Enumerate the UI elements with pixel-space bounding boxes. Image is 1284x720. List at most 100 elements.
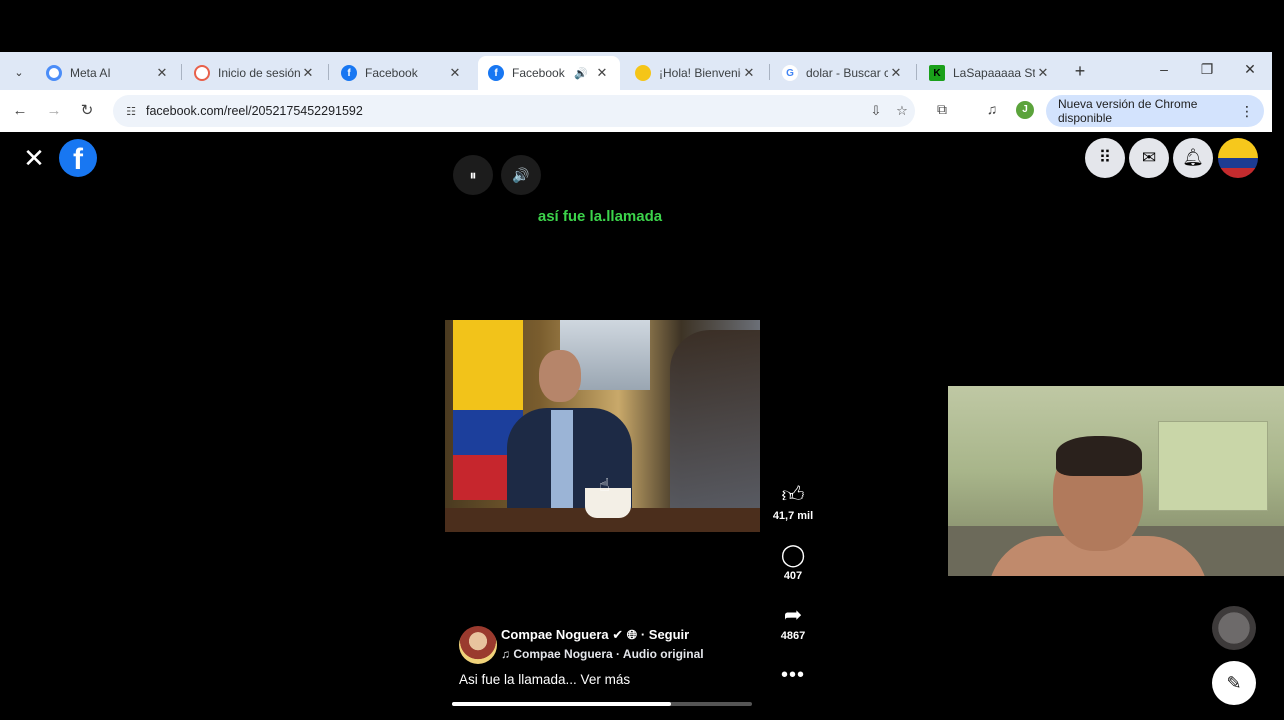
tab-title: Inicio de sesión — [218, 66, 300, 80]
kitchen-cabinet — [1158, 421, 1268, 511]
media-control-icon[interactable]: ♫ — [982, 101, 1002, 117]
tab-title: ¡Hola! Bienvenid — [659, 66, 741, 80]
kick-favicon-icon: K — [929, 65, 945, 81]
facebook-logo-icon[interactable]: f — [59, 139, 97, 177]
address-bar[interactable]: ☷ facebook.com/reel/2052175452291592 ⇩ ☆ — [113, 95, 915, 127]
side-profile-avatar[interactable] — [1212, 606, 1256, 650]
tab-close-icon[interactable]: ✕ — [888, 65, 904, 81]
comment-bubble-icon: ◯ — [780, 542, 806, 567]
facebook-favicon-icon: f — [488, 65, 504, 81]
tab-inicio-sesion[interactable]: Inicio de sesión ✕ — [184, 56, 326, 90]
audio-line[interactable]: ♫ Compae Noguera · Audio original — [501, 647, 704, 661]
share-count: 4867 — [780, 630, 806, 642]
tab-close-icon[interactable]: ✕ — [741, 65, 757, 81]
menu-kebab-icon[interactable]: ⋮ — [1240, 103, 1254, 120]
browser-toolbar: ← → ↻ ☷ facebook.com/reel/20521754522915… — [0, 90, 1272, 132]
window-close-icon[interactable]: ✕ — [1240, 61, 1260, 78]
menu-grid-button[interactable]: ⠿ — [1085, 138, 1125, 178]
reel-description[interactable]: Asi fue la llamada... Ver más — [459, 672, 630, 687]
account-profile-avatar[interactable] — [1218, 138, 1258, 178]
messenger-button[interactable]: ✉︎ — [1129, 138, 1169, 178]
tab-audio-icon[interactable]: 🔊 — [574, 67, 588, 80]
site-info-icon[interactable]: ☷ — [120, 100, 142, 122]
close-reel-icon[interactable]: ✕ — [22, 145, 46, 171]
tab-close-icon[interactable]: ✕ — [1035, 65, 1051, 81]
restore-icon[interactable]: ❐ — [1197, 61, 1217, 78]
video-progress-bar[interactable] — [452, 702, 752, 706]
like-count: 41,7 mil — [772, 510, 814, 522]
meta-ai-favicon-icon — [46, 65, 62, 81]
login-favicon-icon — [194, 65, 210, 81]
update-label: Nueva versión de Chrome disponible — [1058, 97, 1198, 125]
webcam-overlay — [948, 386, 1284, 576]
tab-close-icon[interactable]: ✕ — [447, 65, 463, 81]
music-note-icon: ♫ — [501, 647, 510, 661]
tab-title: Facebook — [512, 66, 565, 80]
notifications-button[interactable]: 🔔︎ — [1173, 138, 1213, 178]
tab-meta-ai[interactable]: Meta AI ✕ — [36, 56, 180, 90]
extensions-puzzle-icon[interactable]: ⧉ — [932, 101, 952, 118]
tab-hola-bienvenido[interactable]: ¡Hola! Bienvenid ✕ — [625, 56, 767, 90]
volume-icon: 🔊 — [512, 167, 530, 183]
tab-search-chevron-icon[interactable]: ⌄ — [8, 61, 30, 83]
profile-avatar[interactable]: J — [1016, 101, 1034, 119]
url-text[interactable]: facebook.com/reel/2052175452291592 — [146, 104, 863, 118]
tab-lasapa-stream[interactable]: K LaSapaaaaa Stre ✕ — [919, 56, 1061, 90]
bell-icon: 🔔︎ — [1182, 148, 1204, 167]
progress-fill — [452, 702, 671, 706]
author-name[interactable]: Compae Noguera — [501, 627, 609, 642]
pause-icon: ⏸ — [469, 167, 477, 183]
grid-icon: ⠿ — [1098, 148, 1112, 167]
browser-chrome: ⌄ Meta AI ✕ Inicio de sesión ✕ f Faceboo… — [0, 52, 1272, 132]
tab-close-icon[interactable]: ✕ — [154, 65, 170, 81]
compose-icon[interactable]: ✎ — [1212, 661, 1256, 705]
share-arrow-icon: ➦ — [783, 602, 803, 627]
like-thumb-icon: 👍︎ — [781, 482, 805, 507]
tab-close-icon[interactable]: ✕ — [300, 65, 316, 81]
tab-google-dolar[interactable]: G dolar - Buscar co ✕ — [772, 56, 914, 90]
reload-icon[interactable]: ↻ — [76, 100, 98, 122]
google-favicon-icon: G — [782, 65, 798, 81]
author-avatar[interactable] — [459, 626, 497, 664]
person-foreground — [670, 330, 760, 532]
messenger-icon: ✉︎ — [1141, 148, 1157, 167]
verified-badge-icon: ✔︎ — [612, 627, 624, 642]
tab-strip: ⌄ Meta AI ✕ Inicio de sesión ✕ f Faceboo… — [0, 52, 1272, 90]
minimize-icon[interactable]: – — [1154, 61, 1174, 77]
new-tab-plus-icon[interactable]: + — [1070, 61, 1090, 82]
follow-button[interactable]: · Seguir — [641, 627, 689, 642]
like-button[interactable]: 👍︎ 41,7 mil — [772, 482, 814, 522]
tab-separator — [769, 64, 770, 80]
comment-button[interactable]: ◯ 407 — [772, 542, 814, 582]
audio-label: Compae Noguera · Audio original — [513, 647, 704, 661]
sun-favicon-icon — [635, 65, 651, 81]
facebook-favicon-icon: f — [341, 65, 357, 81]
hand-cursor-icon: ☝ — [599, 475, 610, 495]
tab-separator — [328, 64, 329, 80]
pause-button[interactable]: ⏸ — [453, 155, 493, 195]
install-app-icon[interactable]: ⇩ — [863, 103, 889, 119]
top-black-bar — [0, 0, 1284, 52]
chrome-update-button[interactable]: Nueva versión de Chrome disponible ⋮ — [1046, 95, 1264, 127]
bookmark-star-icon[interactable]: ☆ — [889, 103, 915, 119]
tab-separator — [181, 64, 182, 80]
tab-title: LaSapaaaaa Stre — [953, 66, 1035, 80]
back-arrow-icon[interactable]: ← — [9, 100, 31, 122]
more-options-icon[interactable]: ••• — [772, 664, 814, 687]
tab-facebook-active[interactable]: f Facebook 🔊 ✕ — [478, 56, 620, 90]
tab-facebook-1[interactable]: f Facebook ✕ — [331, 56, 473, 90]
streamer-hair — [1056, 436, 1142, 476]
volume-button[interactable]: 🔊 — [501, 155, 541, 195]
reel-video[interactable]: ☝ — [445, 320, 760, 532]
share-button[interactable]: ➦ 4867 — [772, 602, 814, 642]
author-line: Compae Noguera ✔︎ 🌐︎ · Seguir — [501, 627, 689, 643]
forward-arrow-icon[interactable]: → — [43, 100, 65, 122]
reel-author: Compae Noguera ✔︎ 🌐︎ · Seguir ♫ Compae N… — [459, 626, 759, 666]
tab-title: dolar - Buscar co — [806, 66, 888, 80]
tab-close-icon[interactable]: ✕ — [594, 65, 610, 81]
video-caption-text: así fue la.llamada — [537, 208, 663, 225]
tab-separator — [916, 64, 917, 80]
tab-title: Meta AI — [70, 66, 111, 80]
comment-count: 407 — [783, 570, 803, 582]
tab-title: Facebook — [365, 66, 418, 80]
